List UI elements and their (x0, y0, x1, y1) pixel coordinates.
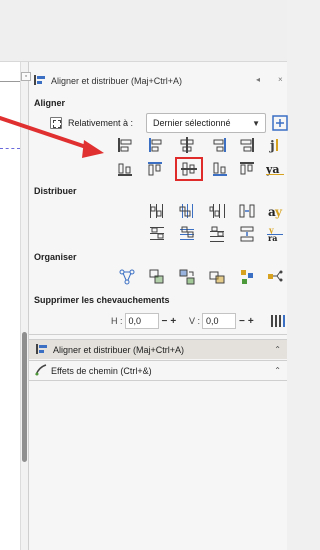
panel-divider (29, 334, 287, 335)
align-distribute-icon (35, 343, 49, 357)
h-gap-row: H : 0,0 − + (111, 313, 176, 329)
align-center-vertical-axis-icon[interactable] (178, 136, 196, 154)
align-left-icon[interactable] (146, 136, 164, 154)
relative-to-select[interactable]: Dernier sélectionné ▼ (146, 113, 266, 133)
exchange-z-order-icon[interactable] (208, 268, 226, 286)
distribute-right-edges-icon[interactable] (208, 202, 226, 220)
distribuer-heading: Distribuer (34, 186, 77, 196)
annotation-arrow (0, 116, 104, 158)
h-gap-increment-button[interactable]: + (170, 316, 176, 327)
collapsed-align-panel-tab[interactable]: Aligner et distribuer (Maj+Ctrl+A) ⌃ (29, 339, 287, 359)
aligner-heading: Aligner (34, 98, 66, 108)
v-gap-increment-button[interactable]: + (248, 316, 254, 327)
relative-to-value: Dernier sélectionné (153, 118, 231, 128)
panel-divider (29, 380, 287, 381)
align-top-icon[interactable] (146, 160, 164, 178)
align-right-edges-icon[interactable] (238, 136, 256, 154)
remove-overlaps-icon[interactable] (269, 312, 287, 330)
chevron-up-icon[interactable]: ⌃ (274, 345, 281, 354)
align-baseline-icon[interactable]: ya (266, 160, 284, 178)
exchange-selection-order-icon[interactable] (178, 268, 196, 286)
v-gap-field[interactable]: 0,0 (202, 313, 237, 329)
move-selection-icon[interactable] (271, 114, 289, 132)
ruler (0, 70, 20, 82)
distribute-gaps-vertical-icon[interactable] (238, 225, 256, 243)
distribute-text-anchors-icon[interactable]: ay (266, 202, 284, 220)
align-panel-header[interactable]: Aligner et distribuer (Maj+Ctrl+A) (29, 71, 287, 91)
v-gap-row: V : 0,0 − + (189, 313, 254, 329)
top-toolbar-area (0, 0, 287, 62)
randomize-centers-icon[interactable] (266, 268, 284, 286)
panel-menu-icon[interactable]: ◂ (256, 75, 260, 84)
highlight-box (175, 157, 203, 181)
distribute-baselines-icon[interactable]: y ra (266, 225, 284, 243)
align-right-icon[interactable] (211, 136, 229, 154)
path-effects-icon (35, 363, 47, 378)
align-bottom-edges-icon[interactable] (116, 160, 134, 178)
svg-text:j: j (269, 139, 275, 154)
distribute-gaps-horizontal-icon[interactable] (238, 202, 256, 220)
h-gap-decrement-button[interactable]: − (162, 316, 168, 327)
align-panel-title: Aligner et distribuer (Maj+Ctrl+A) (51, 76, 183, 86)
collapsed-path-effects-tab[interactable]: Effets de chemin (Ctrl+&) ⌃ (29, 360, 287, 380)
dock-collapse-label: ▫ (24, 73, 28, 80)
distribute-centers-horizontal-icon[interactable] (178, 202, 196, 220)
distribute-centers-vertical-icon[interactable] (178, 225, 196, 243)
align-distribute-icon (33, 74, 47, 88)
scrollbar-thumb[interactable] (22, 332, 27, 462)
chevron-down-icon: ▼ (252, 118, 260, 128)
distribute-bottom-edges-icon[interactable] (208, 225, 226, 243)
chevron-up-icon[interactable]: ⌃ (274, 366, 281, 375)
svg-text:y: y (274, 205, 283, 219)
h-gap-label: H : (111, 316, 123, 326)
v-gap-label: V : (189, 316, 201, 326)
align-text-anchor-icon[interactable]: j (267, 136, 285, 154)
align-top-edges-icon[interactable] (238, 160, 256, 178)
align-bottom-icon[interactable] (211, 160, 229, 178)
graph-layout-icon[interactable] (118, 268, 136, 286)
v-gap-decrement-button[interactable]: − (239, 316, 245, 327)
panel-close-icon[interactable]: × (278, 75, 283, 84)
distribute-top-edges-icon[interactable] (148, 225, 166, 243)
distribute-left-edges-icon[interactable] (148, 202, 166, 220)
organiser-heading: Organiser (34, 252, 77, 262)
align-left-edges-icon[interactable] (116, 136, 134, 154)
collapsed-path-effects-title: Effets de chemin (Ctrl+&) (51, 365, 152, 376)
exchange-positions-icon[interactable] (148, 268, 166, 286)
remove-overlaps-heading: Supprimer les chevauchements (34, 295, 170, 305)
h-gap-field[interactable]: 0,0 (124, 313, 159, 329)
collapsed-align-panel-title: Aligner et distribuer (Maj+Ctrl+A) (53, 344, 185, 355)
unclump-icon[interactable] (238, 268, 256, 286)
